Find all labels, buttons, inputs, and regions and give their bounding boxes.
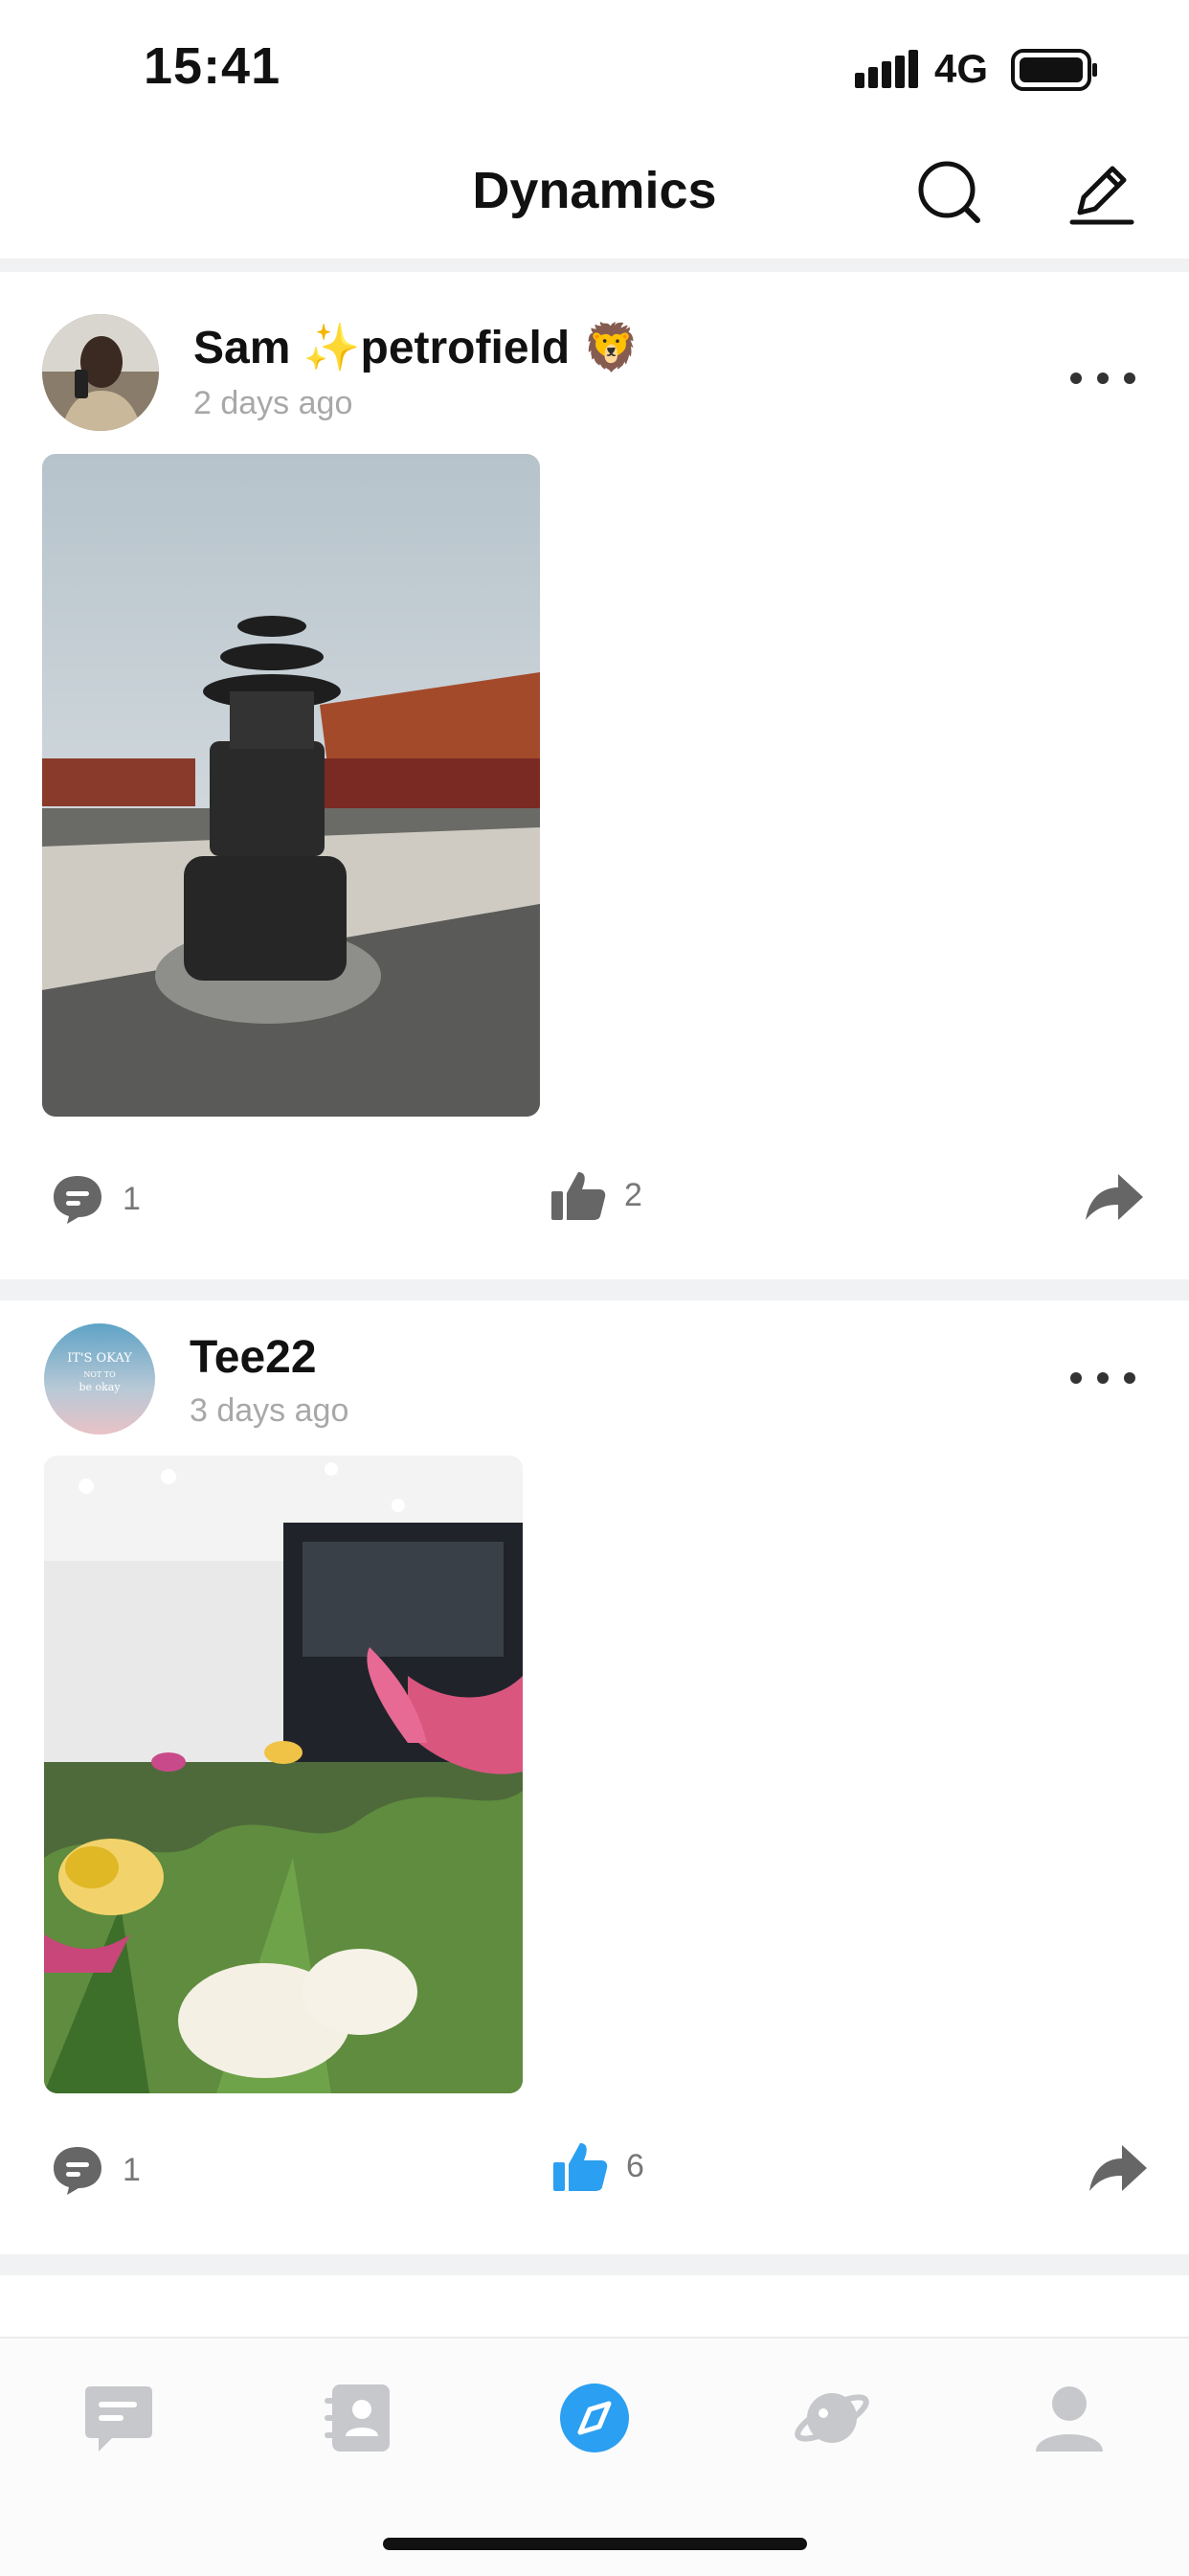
avatar[interactable]: IT'S OKAY NOT TO be okay	[44, 1323, 155, 1435]
photo-image	[44, 1456, 523, 2093]
avatar-text-line: NOT TO	[83, 1370, 116, 1379]
section-divider	[0, 2254, 1189, 2275]
chat-icon	[85, 2386, 152, 2452]
thumbs-up-icon	[553, 2143, 608, 2191]
page-title: Dynamics	[472, 162, 717, 219]
share-icon[interactable]	[1080, 1168, 1147, 1226]
post-card[interactable]: IT'S OKAY NOT TO be okay Tee22 3 days ag…	[0, 1300, 1189, 2260]
comment-icon	[54, 2147, 101, 2195]
post-card[interactable]: Sam ✨petrofield 🦁 2 days ago 1 2	[0, 272, 1189, 1279]
tab-chat[interactable]	[78, 2377, 160, 2459]
avatar-text-line: IT'S OKAY	[67, 1351, 132, 1366]
comment-count: 1	[123, 1180, 141, 1217]
tab-explore[interactable]	[791, 2377, 873, 2459]
avatar[interactable]	[42, 314, 159, 431]
contacts-icon	[325, 2384, 390, 2452]
battery-icon	[1011, 49, 1097, 91]
share-icon[interactable]	[1084, 2139, 1151, 2197]
like-button[interactable]: 6	[551, 2137, 644, 2195]
tab-contacts[interactable]	[317, 2377, 399, 2459]
planet-icon	[795, 2393, 869, 2443]
signal-icon	[855, 50, 918, 88]
network-type: 4G	[934, 46, 989, 91]
avatar-text-line: be okay	[79, 1381, 121, 1393]
post-time: 3 days ago	[190, 1392, 349, 1429]
more-options-icon[interactable]	[1065, 1364, 1141, 1392]
photo-image	[42, 454, 540, 1117]
status-bar: 15:41 4G	[0, 0, 1189, 134]
comment-button[interactable]: 1	[50, 1172, 141, 1226]
section-divider	[0, 1279, 1189, 1300]
avatar-image: IT'S OKAY NOT TO be okay	[44, 1323, 155, 1435]
post-photo[interactable]	[42, 454, 540, 1117]
comment-icon	[54, 1176, 101, 1224]
comment-button[interactable]: 1	[50, 2143, 141, 2197]
nav-bar: Dynamics	[0, 134, 1189, 260]
home-indicator	[383, 2538, 807, 2550]
like-count: 2	[624, 1176, 642, 1213]
author-name[interactable]: Tee22	[190, 1331, 317, 1384]
tab-profile[interactable]	[1028, 2377, 1110, 2459]
compass-icon	[560, 2384, 629, 2452]
section-divider	[0, 260, 1189, 272]
tab-discover[interactable]	[553, 2377, 636, 2459]
author-name[interactable]: Sam ✨petrofield 🦁	[193, 320, 639, 374]
more-options-icon[interactable]	[1065, 364, 1141, 393]
edit-icon[interactable]	[1063, 155, 1139, 232]
like-count: 6	[626, 2147, 644, 2184]
like-button[interactable]: 2	[550, 1166, 642, 1224]
status-time: 15:41	[144, 37, 281, 95]
post-time: 2 days ago	[193, 385, 353, 421]
avatar-image	[42, 314, 159, 431]
search-icon[interactable]	[912, 155, 989, 232]
comment-count: 1	[123, 2151, 141, 2188]
post-photo[interactable]	[44, 1456, 523, 2093]
profile-icon	[1036, 2386, 1103, 2452]
thumbs-up-icon	[551, 1172, 606, 1220]
